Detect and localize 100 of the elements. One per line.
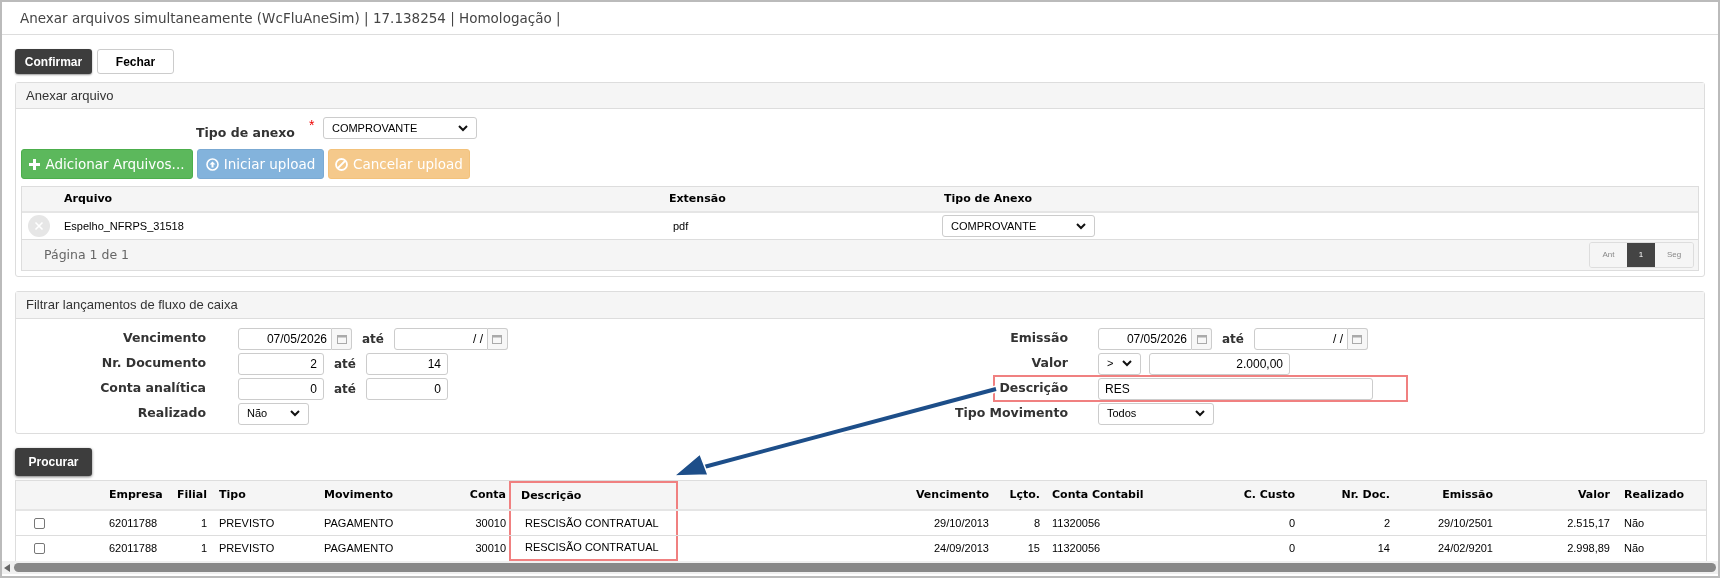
column-header: Lçto. <box>1008 486 1041 503</box>
chevron-down-icon <box>1195 410 1205 417</box>
column-header: Arquivo <box>63 190 114 207</box>
range-label: até <box>1222 330 1244 348</box>
table-cell-text: PAGAMENTO <box>323 515 395 531</box>
field-label: Tipo Movimento <box>953 404 1068 423</box>
calendar-icon <box>1352 333 1363 344</box>
calendar-button[interactable] <box>332 327 352 350</box>
close-button[interactable]: Fechar <box>97 49 174 74</box>
caret-left-icon <box>4 563 10 572</box>
range-label: até <box>334 355 356 373</box>
confirm-button[interactable]: Confirmar <box>15 49 92 74</box>
panel-title: Anexar arquivo <box>26 86 114 105</box>
chevron-down-icon <box>1076 222 1086 230</box>
table-cell-text: 0 <box>1287 515 1296 531</box>
file-name: Espelho_NFRPS_31518 <box>63 218 185 234</box>
table-cell-text: 11320056 <box>1051 541 1102 557</box>
file-extension: pdf <box>672 218 690 234</box>
dropdown[interactable]: Todos <box>1098 402 1214 425</box>
table-cell-text: PREVISTO <box>218 515 276 531</box>
table-cell-text: 14 <box>1376 541 1391 557</box>
calendar-button[interactable] <box>488 327 508 350</box>
column-header: Nr. Doc. <box>1340 486 1391 503</box>
chevron-down-icon <box>290 410 300 417</box>
field-label: Valor <box>1030 354 1068 373</box>
table-cell-text: 0 <box>1287 541 1296 557</box>
row-checkbox[interactable] <box>34 543 45 554</box>
input-field[interactable]: RES <box>1098 377 1373 400</box>
table-cell: RESCISÃO CONTRATUAL <box>509 511 678 535</box>
input-field[interactable]: 2.000,00 <box>1149 352 1290 375</box>
column-header: Emissão <box>1441 486 1494 503</box>
date-field[interactable]: 07/05/2026 <box>1098 327 1192 350</box>
remove-icon[interactable] <box>28 215 50 237</box>
table-cell-text: 30010 <box>474 515 507 531</box>
date-field[interactable]: 07/05/2026 <box>238 327 332 350</box>
ban-icon <box>335 157 349 171</box>
operator-dropdown[interactable]: > <box>1098 352 1141 375</box>
table-cell-text: 62011788 <box>108 541 159 557</box>
calendar-button[interactable] <box>1348 327 1368 350</box>
dropdown[interactable]: Não <box>238 402 309 425</box>
table-cell-text: 15 <box>1026 541 1041 557</box>
field-label: Tipo de anexo <box>196 124 295 142</box>
column-header: Valor <box>1576 486 1611 503</box>
column-header: Tipo <box>218 486 247 503</box>
arrow-up-circle-icon <box>205 157 219 171</box>
window-title: Anexar arquivos simultaneamente (WcFluAneSim) | 17.138254 | Homologação | <box>20 8 561 29</box>
table-cell-text: 29/10/2013 <box>932 515 990 531</box>
table-cell-text: 2.998,89 <box>1566 541 1611 557</box>
column-header: Extensão <box>668 190 727 207</box>
calendar-icon <box>336 333 347 344</box>
panel-title: Filtrar lançamentos de fluxo de caixa <box>26 296 238 315</box>
table-cell-text: 11320056 <box>1051 515 1102 531</box>
table-cell-text: 2.515,17 <box>1566 515 1611 531</box>
column-header: C. Custo <box>1242 486 1296 503</box>
column-header: Tipo de Anexo <box>943 190 1034 207</box>
column-header: Realizado <box>1623 486 1686 503</box>
table-cell-text: 24/09/2013 <box>932 541 990 557</box>
chevron-down-icon <box>457 124 468 132</box>
table-cell-text: 62011788 <box>108 515 159 531</box>
plus-icon <box>29 158 41 170</box>
table-cell-text: PREVISTO <box>218 541 276 557</box>
search-button[interactable]: Procurar <box>15 448 92 476</box>
date-field[interactable]: / / <box>394 327 488 350</box>
table-cell-text: 2 <box>1382 515 1391 531</box>
table-cell-text: Não <box>1623 515 1646 531</box>
field-label: Realizado <box>136 404 206 423</box>
table-cell-text: 1 <box>199 515 208 531</box>
column-header: Vencimento <box>914 486 990 503</box>
field-label: Emissão <box>1009 329 1068 348</box>
page-summary: Página 1 de 1 <box>44 245 130 264</box>
range-label: até <box>334 380 356 398</box>
date-field[interactable]: / / <box>1254 327 1348 350</box>
chevron-down-icon <box>1122 360 1132 367</box>
required-mark: * <box>308 116 316 135</box>
calendar-icon <box>492 333 503 344</box>
table-cell-text: 1 <box>199 541 208 557</box>
field-label: Conta analítica <box>99 379 206 398</box>
input-field[interactable]: 0 <box>366 377 448 400</box>
input-field[interactable]: 14 <box>366 352 448 375</box>
highlighted-column-header: Descrição <box>509 481 678 509</box>
input-field[interactable]: 0 <box>238 377 324 400</box>
column-header: Empresa <box>108 486 164 503</box>
attachment-type-dropdown[interactable]: COMPROVANTE <box>322 117 477 139</box>
input-field[interactable]: 2 <box>238 352 324 375</box>
page-button[interactable]: 1 <box>1627 243 1655 267</box>
row-checkbox[interactable] <box>34 517 45 529</box>
calendar-icon <box>1196 333 1207 344</box>
table-cell-text: 29/10/2501 <box>1436 515 1494 531</box>
attachment-type-dropdown[interactable]: COMPROVANTE <box>942 215 1095 237</box>
column-header: Conta Contabil <box>1051 486 1145 503</box>
table-cell-text: PAGAMENTO <box>323 541 395 557</box>
table-cell-text: 30010 <box>474 541 507 557</box>
calendar-button[interactable] <box>1192 327 1212 350</box>
column-header: Filial <box>175 486 208 503</box>
horizontal-scrollbar[interactable] <box>2 561 1718 574</box>
field-label: Vencimento <box>121 329 206 348</box>
table-cell-text: Não <box>1623 541 1646 557</box>
field-label: Nr. Documento <box>100 354 206 373</box>
field-label: Descrição <box>998 379 1068 398</box>
column-header: Conta <box>468 486 507 503</box>
